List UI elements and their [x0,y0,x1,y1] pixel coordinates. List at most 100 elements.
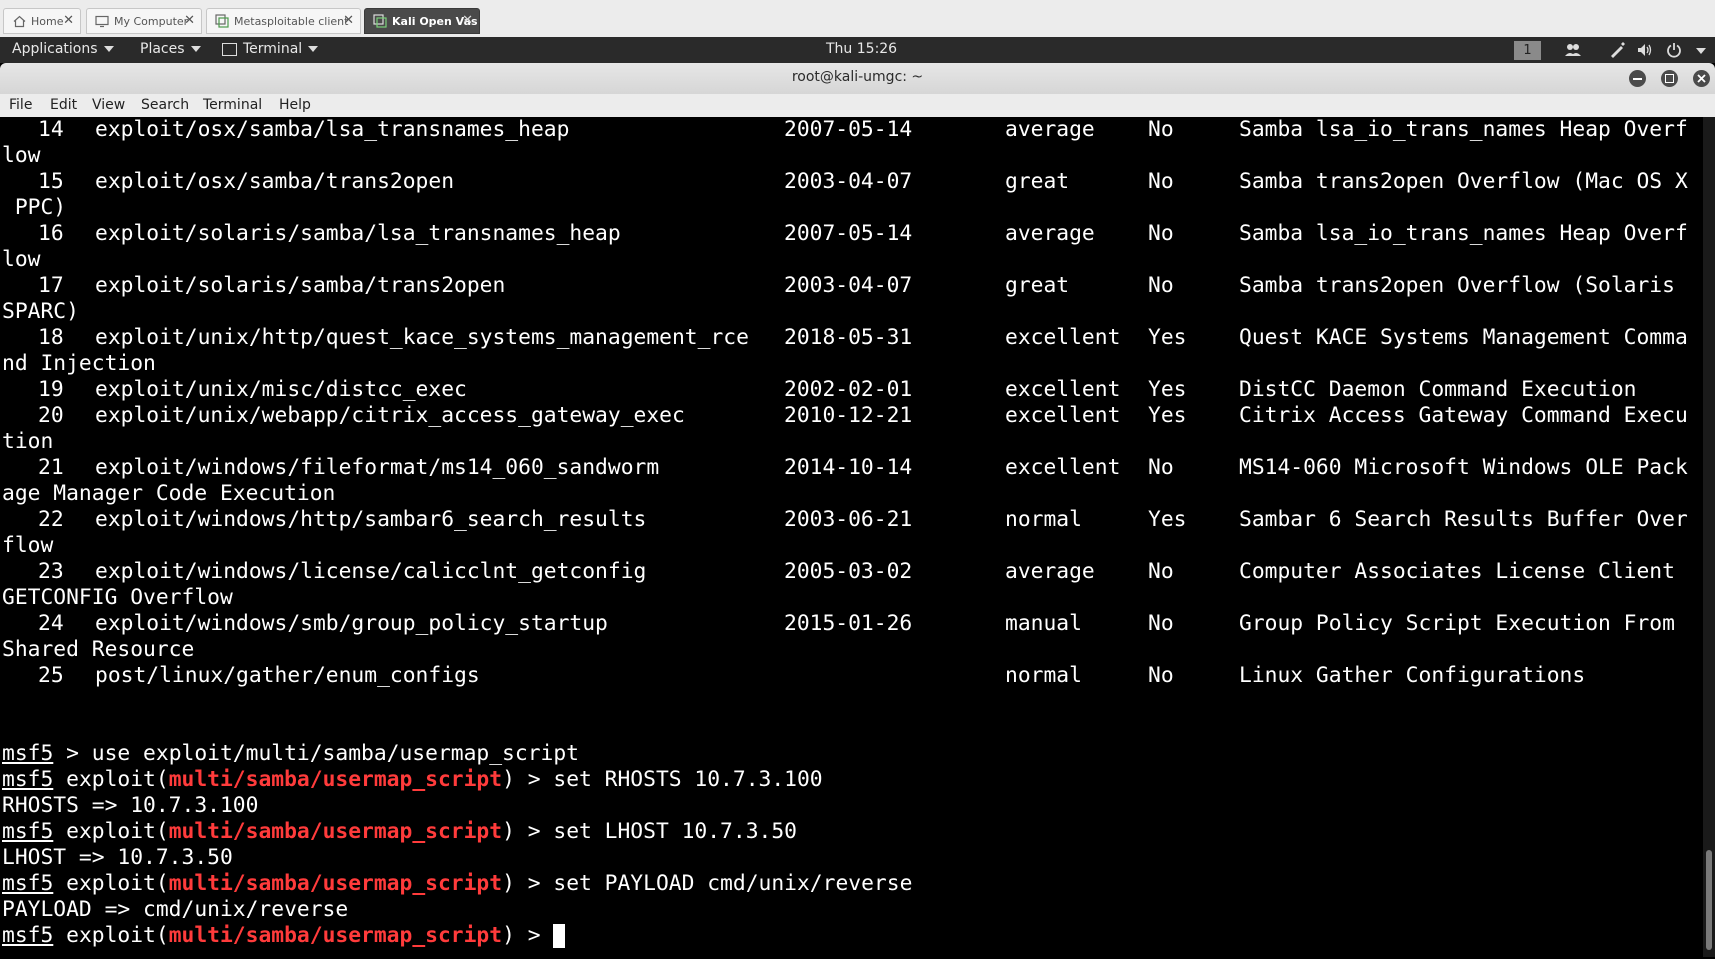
tab-label: Metasploitable client [234,14,349,28]
prompt-msf5: msf5 [2,767,54,792]
module-date: 2003-06-21 [784,507,913,532]
module-date: 2003-04-07 [784,273,913,298]
module-description: Group Policy Script Execution From [1239,611,1675,636]
module-name: exploit/osx/samba/lsa_transnames_heap [95,117,570,142]
module-name: exploit/solaris/samba/trans2open [95,273,506,298]
chevron-down-icon[interactable] [1696,48,1706,54]
chevron-down-icon [308,46,319,52]
module-number: 16 [38,221,64,246]
maximize-icon [1665,74,1674,83]
close-icon[interactable]: ✕ [184,14,195,28]
terminal-scrollbar[interactable] [1703,117,1715,957]
tab-my-computer[interactable]: My Computer ✕ [86,8,202,34]
window-titlebar[interactable]: root@kali-umgc: ~ [0,63,1715,94]
output-text: PAYLOAD => cmd/unix/reverse [2,897,349,922]
module-description-wrap: nd Injection [2,351,156,376]
module-row-wrap: Shared Resource [2,637,194,663]
clock[interactable]: Thu 15:26 [826,41,897,57]
command-output: RHOSTS => 10.7.3.100 [2,793,258,819]
module-number: 14 [38,117,64,142]
command-output: PAYLOAD => cmd/unix/reverse [2,897,348,923]
minimize-icon [1633,78,1642,80]
prompt-line: msf5 exploit(multi/samba/usermap_script)… [2,767,823,792]
tab-kali-open-vas[interactable]: Kali Open Vas ✕ [364,8,480,34]
module-name: exploit/unix/misc/distcc_exec [95,377,467,402]
terminal-icon [222,42,237,56]
module-rank: excellent [1005,377,1121,402]
tab-home[interactable]: Home ✕ [3,8,81,34]
command-output: LHOST => 10.7.3.50 [2,845,233,871]
module-description: Computer Associates License Client [1239,559,1675,584]
menu-view[interactable]: View [92,97,125,113]
command-text: set LHOST 10.7.3.50 [553,819,797,844]
module-check: No [1148,663,1174,688]
module-description: Samba lsa_io_trans_names Heap Overf [1239,221,1688,246]
command-text: set PAYLOAD cmd/unix/reverse [553,871,913,896]
module-rank: normal [1005,507,1082,532]
minimize-button[interactable] [1629,70,1646,87]
close-window-button[interactable] [1693,70,1710,87]
module-description-wrap: GETCONFIG Overflow [2,585,233,610]
module-check: No [1148,273,1174,298]
module-description-wrap: tion [2,429,54,454]
module-row-wrap: age Manager Code Execution [2,481,335,507]
module-description: Samba trans2open Overflow (Solaris [1239,273,1675,298]
close-icon[interactable]: ✕ [462,14,473,28]
scrollbar-thumb[interactable] [1706,850,1712,950]
module-description-wrap: low [2,143,41,168]
vm-icon [215,14,229,28]
output-text: RHOSTS => 10.7.3.100 [2,793,259,818]
module-check: No [1148,169,1174,194]
module-name: exploit/windows/smb/group_policy_startup [95,611,608,636]
module-rank: average [1005,117,1095,142]
module-rank: excellent [1005,455,1121,480]
vm-tab-strip: Home ✕ My Computer ✕ Metasploitable clie… [0,0,1715,38]
close-icon[interactable]: ✕ [63,14,74,28]
module-number: 19 [38,377,64,402]
menu-help[interactable]: Help [279,97,311,113]
module-rank: great [1005,273,1070,298]
menu-terminal[interactable]: Terminal [203,97,262,113]
prompt-line: msf5 exploit(multi/samba/usermap_script)… [2,923,566,949]
users-icon[interactable] [1564,41,1582,59]
applications-menu[interactable]: Applications [12,41,114,57]
menu-file[interactable]: File [9,97,32,113]
module-number: 21 [38,455,64,480]
terminal-app-menu[interactable]: Terminal [222,41,319,57]
module-row-wrap: tion [2,429,53,455]
module-rank: great [1005,169,1070,194]
power-icon[interactable] [1665,41,1683,59]
module-row-wrap: low [2,143,40,169]
module-check: No [1148,221,1174,246]
menu-search[interactable]: Search [141,97,189,113]
window-title: root@kali-umgc: ~ [791,69,924,85]
tab-label: My Computer [114,14,189,28]
module-name: exploit/windows/fileformat/ms14_060_sand… [95,455,660,480]
module-rank: average [1005,221,1095,246]
computer-icon [95,14,109,28]
module-rank: excellent [1005,403,1121,428]
tab-label: Home [31,14,64,28]
module-row-wrap: SPARC) [2,299,79,325]
module-rank: excellent [1005,325,1121,350]
menu-edit[interactable]: Edit [50,97,77,113]
places-label: Places [140,41,185,57]
vm-icon [373,14,387,28]
volume-icon[interactable] [1636,41,1654,59]
module-description: Samba trans2open Overflow (Mac OS X [1239,169,1688,194]
prompt-msf5: msf5 [2,741,54,766]
workspace-indicator[interactable]: 1 [1514,41,1541,60]
module-name: exploit/windows/license/calicclnt_getcon… [95,559,647,584]
module-name: exploit/unix/webapp/citrix_access_gatewa… [95,403,685,428]
close-icon [1697,74,1706,83]
module-number: 20 [38,403,64,428]
maximize-button[interactable] [1661,70,1678,87]
pen-icon[interactable] [1608,41,1626,59]
tab-metasploitable-client[interactable]: Metasploitable client ✕ [206,8,361,34]
module-description-wrap: SPARC) [2,299,79,324]
places-menu[interactable]: Places [140,41,201,57]
terminal-output[interactable]: 14 exploit/osx/samba/lsa_transnames_heap 2… [0,117,1703,957]
close-icon[interactable]: ✕ [343,14,354,28]
module-row-wrap: PPC) [2,195,66,221]
prompt-module: multi/samba/usermap_script [168,819,503,844]
